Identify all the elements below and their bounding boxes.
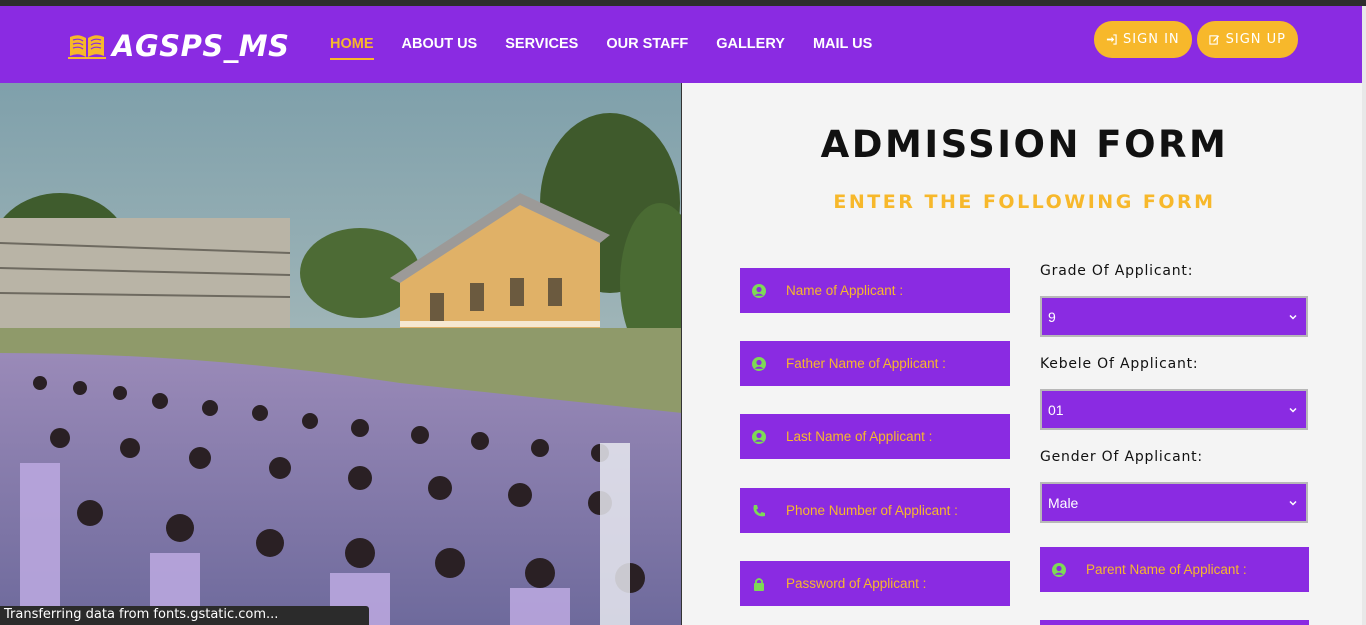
father-name-input[interactable] [786,356,1006,371]
user-icon [751,429,767,445]
father-name-field [740,341,1010,386]
browser-status-bar: Transferring data from fonts.gstatic.com… [0,606,369,625]
kebele-value: 01 [1048,401,1064,418]
next-field-partial[interactable] [1040,620,1309,625]
sign-up-button[interactable]: SIGN UP [1196,21,1298,58]
chevron-down-icon [1289,314,1297,320]
sign-in-icon [1106,34,1117,45]
applicant-name-input[interactable] [786,283,1006,298]
page-scrollbar[interactable] [1362,6,1366,625]
password-field [740,561,1010,606]
last-name-field [740,414,1010,459]
admission-form: ADMISSION FORM ENTER THE FOLLOWING FORM … [683,83,1366,625]
nav-services[interactable]: SERVICES [505,36,578,60]
nav-home[interactable]: HOME [330,36,374,60]
kebele-label: Kebele Of Applicant: [1040,356,1199,372]
phone-icon [751,503,767,519]
nav-gallery[interactable]: GALLERY [716,36,785,60]
grade-select[interactable]: 9 [1040,296,1308,337]
book-icon [68,35,106,59]
chevron-down-icon [1289,500,1297,506]
last-name-input[interactable] [786,429,1006,444]
nav-mail-us[interactable]: MAIL US [813,36,872,60]
grade-label: Grade Of Applicant: [1040,263,1194,279]
user-icon [1051,562,1067,578]
gender-label: Gender Of Applicant: [1040,449,1203,465]
phone-number-field [740,488,1010,533]
form-title: ADMISSION FORM [820,123,1229,166]
edit-icon [1208,35,1219,45]
brand-name: AGSPS_MS [112,29,290,63]
navbar: AGSPS_MS HOME ABOUT US SERVICES OUR STAF… [0,6,1366,83]
gender-value: Male [1048,494,1079,511]
nav-about-us[interactable]: ABOUT US [402,36,478,60]
user-icon [751,283,767,299]
brand[interactable]: AGSPS_MS [68,28,290,64]
grade-value: 9 [1048,308,1056,325]
chevron-down-icon [1289,407,1297,413]
lock-icon [751,576,767,592]
form-subtitle: ENTER THE FOLLOWING FORM [833,191,1216,213]
school-assembly-image [0,83,681,625]
parent-name-input[interactable] [1086,562,1306,577]
auth-buttons: SIGN IN SIGN UP [1094,21,1298,58]
nav-our-staff[interactable]: OUR STAFF [606,36,688,60]
sign-up-label: SIGN UP [1225,32,1286,47]
applicant-name-field [740,268,1010,313]
parent-name-field [1040,547,1309,592]
sign-in-label: SIGN IN [1123,32,1180,47]
phone-number-input[interactable] [786,503,1006,518]
main-nav: HOME ABOUT US SERVICES OUR STAFF GALLERY… [330,36,872,60]
password-input[interactable] [786,576,1006,591]
gender-select[interactable]: Male [1040,482,1308,523]
kebele-select[interactable]: 01 [1040,389,1308,430]
hero-photo [0,83,682,625]
user-icon [751,356,767,372]
sign-in-button[interactable]: SIGN IN [1094,21,1192,58]
